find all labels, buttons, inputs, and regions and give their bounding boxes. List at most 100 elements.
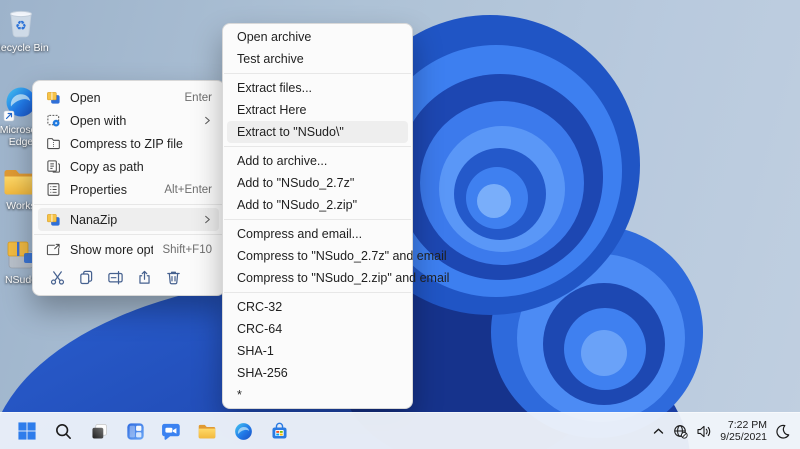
focus-assist-moon-icon[interactable] xyxy=(775,424,790,439)
menu-item-shortcut: Enter xyxy=(184,91,213,104)
delete-icon[interactable] xyxy=(164,268,182,286)
menu-separator xyxy=(224,73,411,74)
menu-item-label: Open xyxy=(70,90,101,105)
submenu-item-label: SHA-1 xyxy=(237,344,274,358)
task-view-icon xyxy=(91,423,107,439)
menu-separator xyxy=(224,219,411,220)
nanazip-file-icon xyxy=(45,90,61,106)
submenu-chevron-icon xyxy=(203,213,212,227)
show-more-icon xyxy=(45,242,61,258)
open-with-icon xyxy=(45,113,61,129)
recycle-bin-icon: ♻ xyxy=(9,10,33,38)
desktop-icon-label: Recycle Bin xyxy=(0,42,49,54)
properties-icon xyxy=(45,182,61,198)
nanazip-submenu: Open archive Test archive Extract files.… xyxy=(222,23,449,409)
submenu-item-test-archive[interactable]: Test archive xyxy=(227,48,408,70)
submenu-item-label: Extract Here xyxy=(237,103,307,117)
menu-item-open[interactable]: Open Enter xyxy=(38,86,219,109)
menu-item-compress-to-zip[interactable]: Compress to ZIP file xyxy=(38,132,219,155)
taskbar: 7:22 PM 9/25/2021 xyxy=(0,412,800,449)
volume-icon[interactable] xyxy=(696,424,712,439)
nanazip-icon xyxy=(45,212,61,228)
submenu-item-add-to-7z[interactable]: Add to "NSudo_2.7z" xyxy=(227,172,408,194)
submenu-item-extract-to-nsudo[interactable]: Extract to "NSudo\" xyxy=(227,121,408,143)
menu-separator xyxy=(224,146,411,147)
menu-item-label: Copy as path xyxy=(70,159,144,174)
widgets-button[interactable] xyxy=(121,417,149,445)
search-icon xyxy=(55,423,71,439)
context-menu: Open Enter Open with Compress to ZIP fil… xyxy=(32,80,225,296)
submenu-item-label: * xyxy=(237,388,242,402)
submenu-item-compress-zip-email[interactable]: Compress to "NSudo_2.zip" and email xyxy=(227,267,449,289)
network-icon[interactable] xyxy=(673,424,688,439)
chat-icon xyxy=(162,423,180,440)
submenu-item-label: Extract files... xyxy=(237,81,313,95)
submenu-item-open-archive[interactable]: Open archive xyxy=(227,26,408,48)
submenu-item-label: Open archive xyxy=(237,30,312,44)
quick-action-row xyxy=(38,265,219,289)
clock-time: 7:22 PM xyxy=(727,418,767,431)
submenu-item-label: Test archive xyxy=(237,52,304,66)
submenu-item-sha256[interactable]: SHA-256 xyxy=(227,362,408,384)
submenu-item-label: Compress to "NSudo_2.zip" and email xyxy=(237,271,450,285)
menu-item-shortcut: Shift+F10 xyxy=(162,243,212,256)
edge-icon xyxy=(234,422,252,440)
menu-item-show-more-options[interactable]: Show more options Shift+F10 xyxy=(38,238,219,261)
desktop: ♻ Recycle Bin Microsoft Edge xyxy=(0,0,800,449)
start-button[interactable] xyxy=(13,417,41,445)
zip-folder-icon xyxy=(45,136,61,152)
rename-icon[interactable] xyxy=(106,268,124,286)
desktop-icon-recycle-bin[interactable]: ♻ Recycle Bin xyxy=(0,6,53,54)
file-explorer-button[interactable] xyxy=(193,417,221,445)
file-explorer-icon xyxy=(198,424,216,438)
submenu-item-add-to-archive[interactable]: Add to archive... xyxy=(227,150,408,172)
submenu-item-label: CRC-32 xyxy=(237,300,283,314)
task-view-button[interactable] xyxy=(85,417,113,445)
cut-icon[interactable] xyxy=(48,268,66,286)
menu-item-label: Show more options xyxy=(70,242,154,257)
clock-date: 9/25/2021 xyxy=(720,431,767,443)
taskbar-buttons xyxy=(0,417,293,445)
svg-text:♻: ♻ xyxy=(15,18,27,33)
submenu-item-crc32[interactable]: CRC-32 xyxy=(227,296,408,318)
menu-item-open-with[interactable]: Open with xyxy=(38,109,219,132)
store-icon xyxy=(271,422,287,439)
menu-item-nanazip[interactable]: NanaZip xyxy=(38,208,219,231)
search-button[interactable] xyxy=(49,417,77,445)
submenu-item-crc64[interactable]: CRC-64 xyxy=(227,318,408,340)
submenu-item-extract-here[interactable]: Extract Here xyxy=(227,99,408,121)
submenu-item-label: Extract to "NSudo\" xyxy=(237,125,344,139)
windows-logo-icon xyxy=(18,422,36,440)
submenu-item-label: Compress and email... xyxy=(237,227,363,241)
chat-button[interactable] xyxy=(157,417,185,445)
copy-icon[interactable] xyxy=(77,268,95,286)
edge-button[interactable] xyxy=(229,417,257,445)
submenu-item-compress-and-email[interactable]: Compress and email... xyxy=(227,223,408,245)
menu-item-label: NanaZip xyxy=(70,212,118,227)
taskbar-clock[interactable]: 7:22 PM 9/25/2021 xyxy=(720,419,767,444)
submenu-item-extract-files[interactable]: Extract files... xyxy=(227,77,408,99)
submenu-item-add-to-zip[interactable]: Add to "NSudo_2.zip" xyxy=(227,194,408,216)
submenu-item-label: SHA-256 xyxy=(237,366,288,380)
submenu-chevron-icon xyxy=(203,114,212,128)
submenu-item-label: Add to archive... xyxy=(237,154,328,168)
submenu-item-label: Add to "NSudo_2.zip" xyxy=(237,198,358,212)
submenu-item-label: Add to "NSudo_2.7z" xyxy=(237,176,355,190)
widgets-icon xyxy=(126,422,144,440)
submenu-item-compress-7z-email[interactable]: Compress to "NSudo_2.7z" and email xyxy=(227,245,447,267)
copy-path-icon xyxy=(45,159,61,175)
menu-item-label: Open with xyxy=(70,113,127,128)
menu-separator xyxy=(224,292,411,293)
submenu-item-sha1[interactable]: SHA-1 xyxy=(227,340,408,362)
share-icon[interactable] xyxy=(135,268,153,286)
system-tray: 7:22 PM 9/25/2021 xyxy=(652,419,800,444)
submenu-item-star[interactable]: * xyxy=(227,384,408,406)
menu-item-label: Compress to ZIP file xyxy=(70,136,184,151)
submenu-item-label: CRC-64 xyxy=(237,322,283,336)
menu-separator xyxy=(34,204,223,205)
store-button[interactable] xyxy=(265,417,293,445)
tray-chevron-up-icon[interactable] xyxy=(652,425,665,438)
menu-item-properties[interactable]: Properties Alt+Enter xyxy=(38,178,219,201)
menu-item-copy-as-path[interactable]: Copy as path xyxy=(38,155,219,178)
menu-separator xyxy=(34,234,223,235)
